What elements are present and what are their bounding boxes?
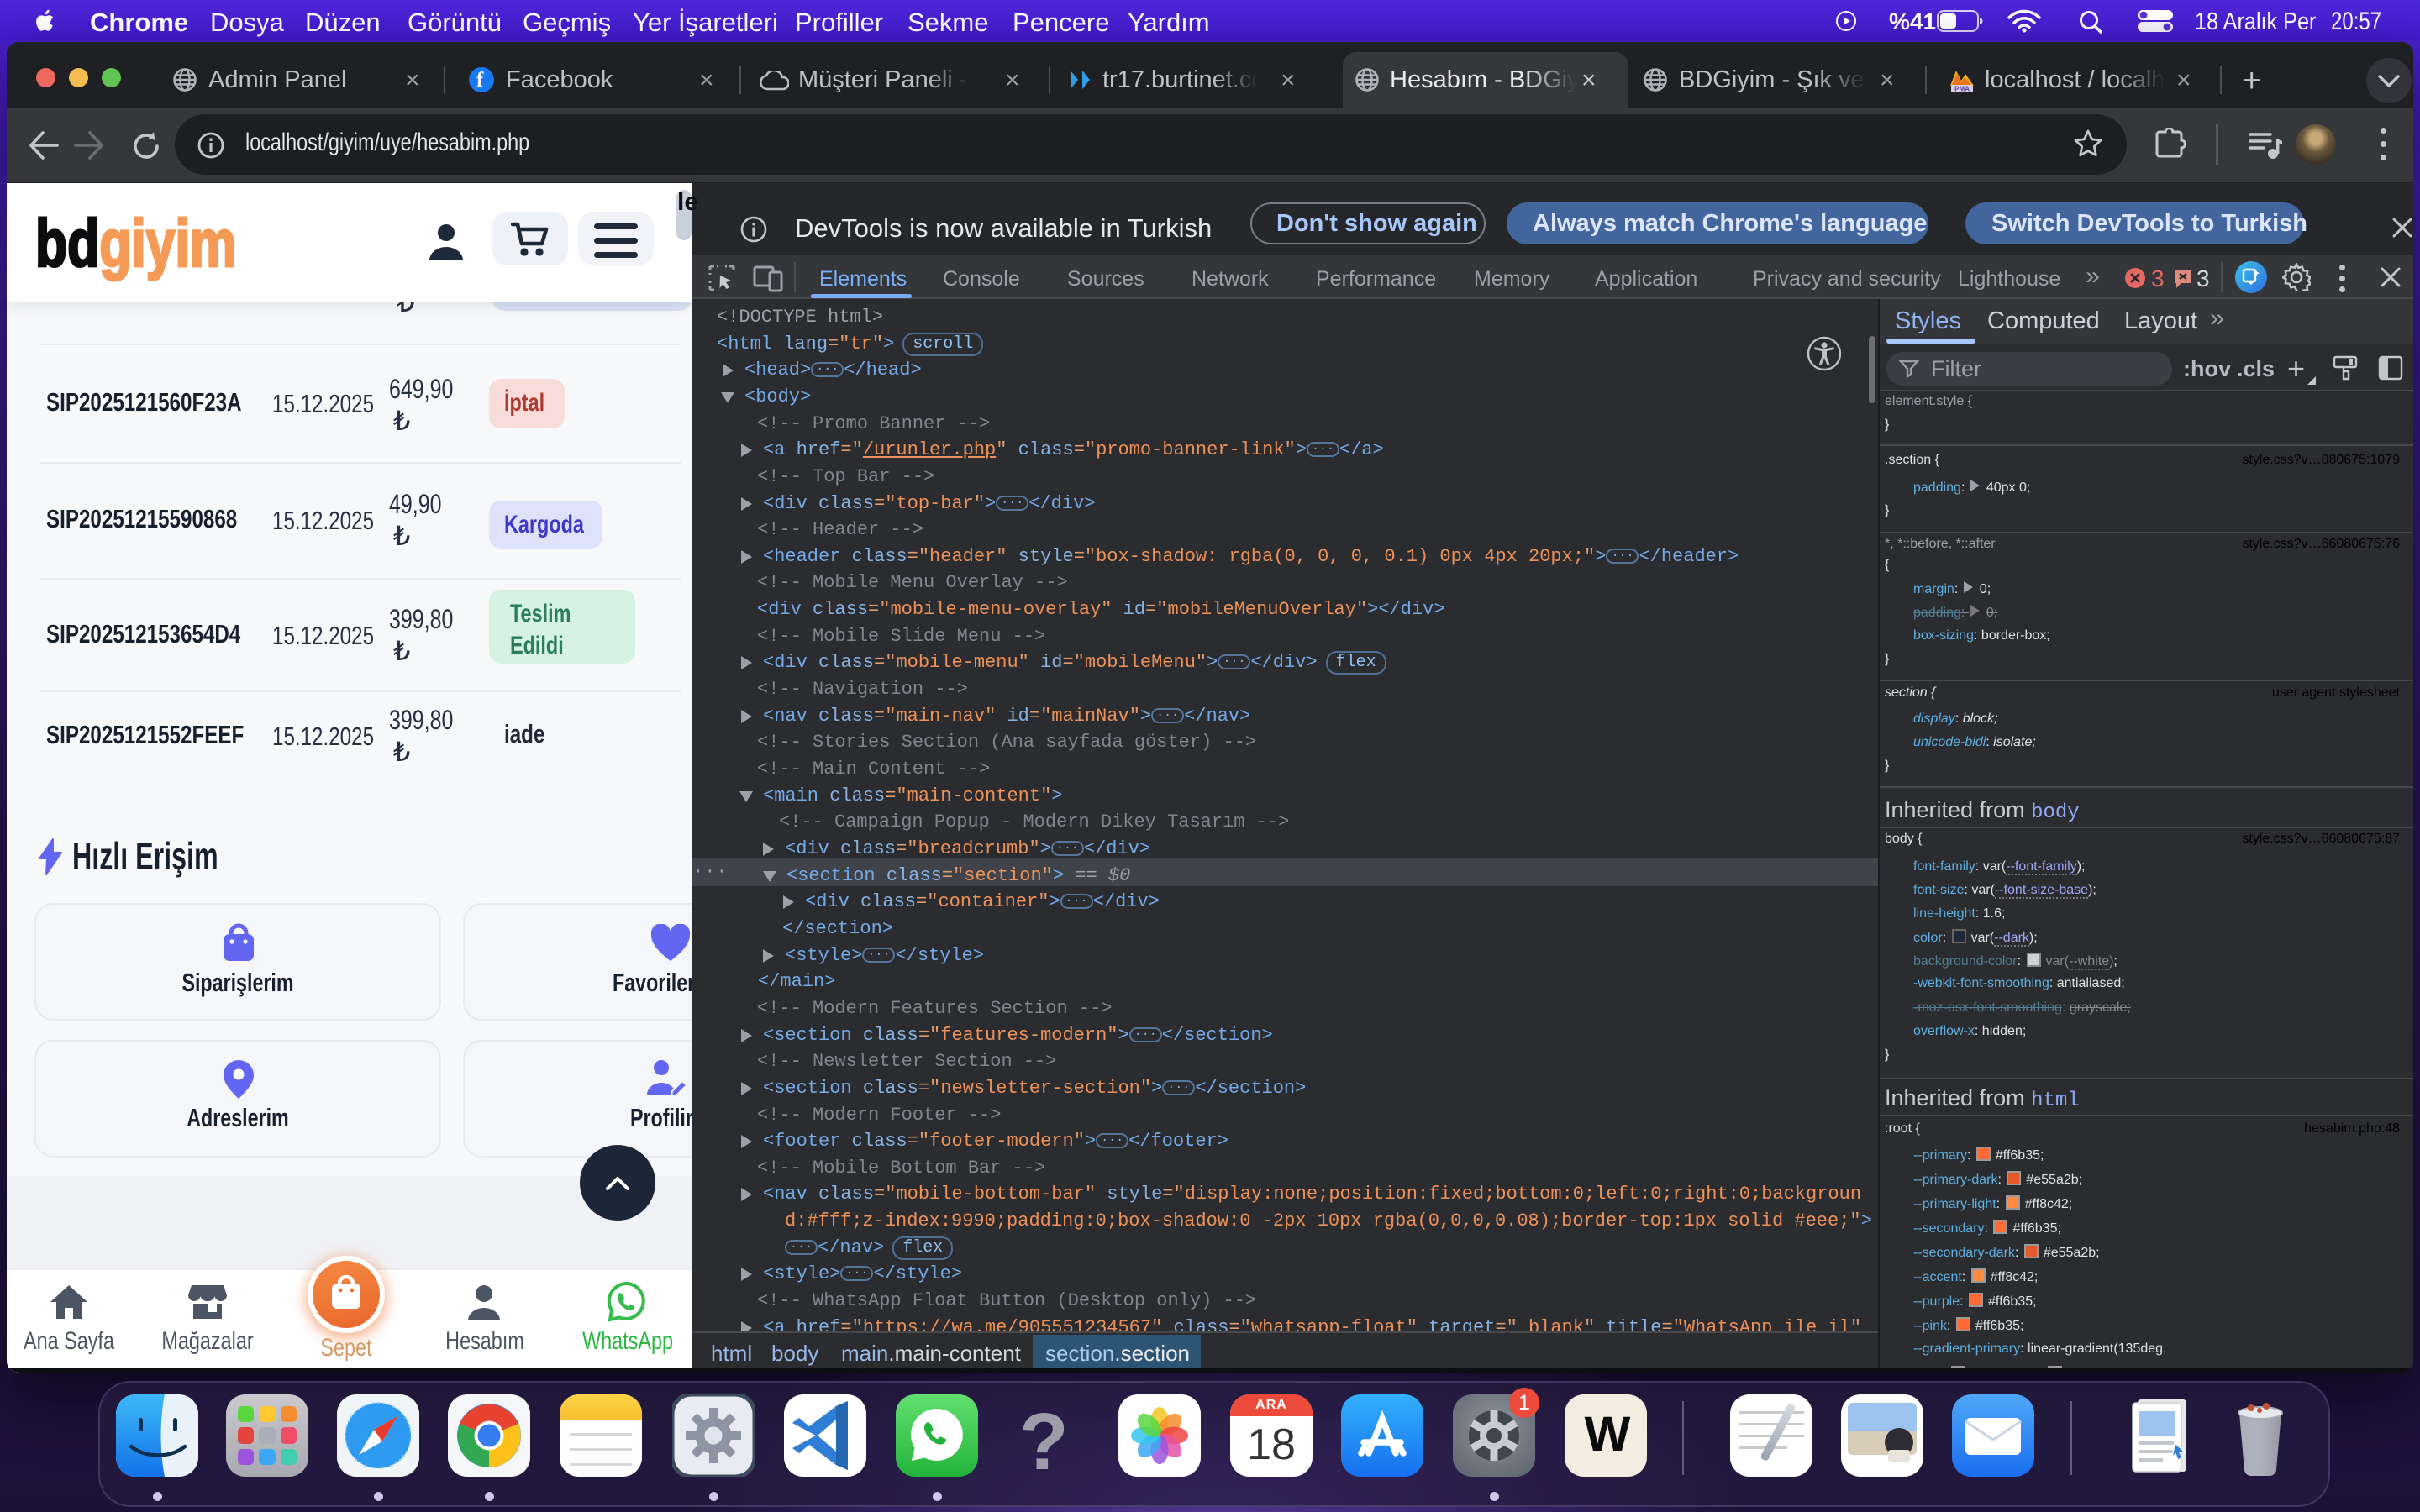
svg-text:PMA: PMA [1954, 86, 1970, 93]
